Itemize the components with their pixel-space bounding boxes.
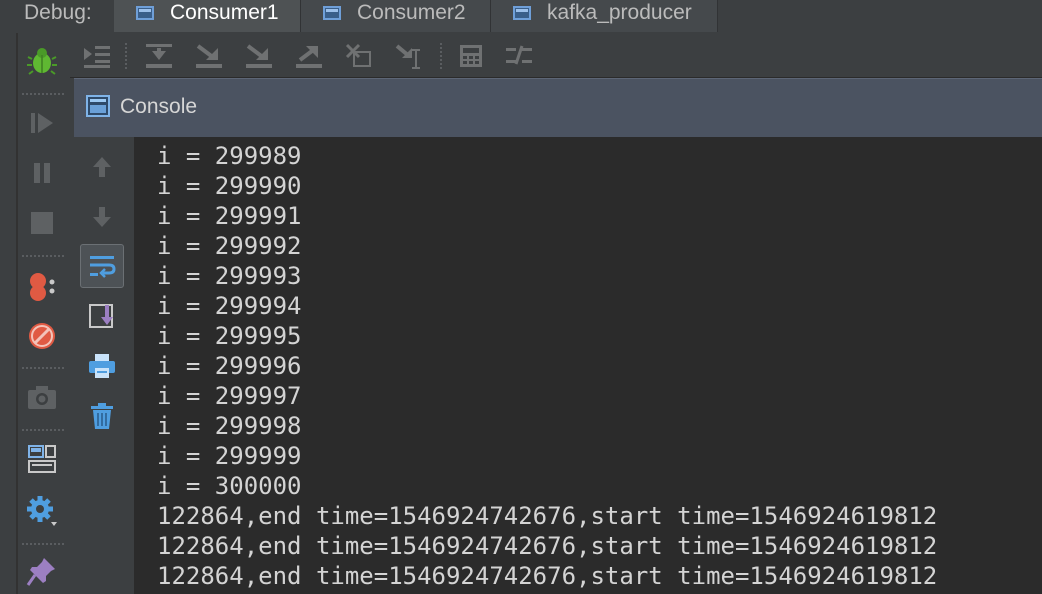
mute-breakpoints-icon[interactable] [24,318,60,354]
debugger-toolbar [70,33,1042,78]
tab-consumer1[interactable]: Consumer1 [114,0,301,32]
layout-icon[interactable] [24,441,60,477]
tab-kafka-producer[interactable]: kafka_producer [491,0,718,32]
console-output[interactable]: i = 299989 i = 299990 i = 299991 i = 299… [135,137,1042,594]
step-over-icon[interactable] [142,39,176,73]
tab-consumer2[interactable]: Consumer2 [301,0,491,32]
console-line: i = 299992 [157,232,302,260]
debug-left-toolbar [0,33,70,594]
console-line: i = 299990 [157,172,302,200]
view-breakpoints-icon[interactable] [24,269,60,305]
force-step-into-icon[interactable] [242,39,276,73]
show-execution-point-icon[interactable] [80,39,114,73]
console-line: i = 299997 [157,382,302,410]
console-tab-header[interactable]: Console [74,78,1042,137]
console-title: Console [120,95,198,118]
run-config-icon [513,6,531,20]
toolbar-separator [22,255,64,257]
print-icon[interactable] [80,344,124,388]
trash-icon[interactable] [80,394,124,438]
console-line: 122864,end time=1546924742676,start time… [157,502,938,530]
console-line: i = 299989 [157,142,302,170]
down-arrow-icon[interactable] [80,195,124,239]
run-to-cursor-icon[interactable] [392,39,426,73]
evaluate-expression-icon[interactable] [454,39,488,73]
toolbar-separator [22,543,64,545]
up-arrow-icon[interactable] [80,145,124,189]
console-lines: i = 299989 i = 299990 i = 299991 i = 299… [157,141,937,591]
toolbar-separator [125,43,127,69]
step-into-icon[interactable] [192,39,226,73]
resume-icon[interactable] [24,105,60,141]
debug-label: Debug: [24,1,92,24]
toolbar-separator [22,429,64,431]
console-line: 122864,end time=1546924742676,start time… [157,532,938,560]
tab-label: Consumer1 [170,1,279,24]
tab-label: kafka_producer [547,1,692,24]
run-config-icon [136,6,154,20]
drop-frame-icon[interactable] [342,39,376,73]
console-icon [86,95,110,117]
console-line: i = 299998 [157,412,302,440]
run-config-icon [323,6,341,20]
toolbar-separator [440,43,442,69]
camera-icon[interactable] [24,379,60,415]
debug-bug-icon[interactable] [24,43,60,79]
console-side-toolbar [74,137,135,594]
debug-tab-bar: Debug: Consumer1 Consumer2 kafka_produce… [0,0,1042,34]
trace-icon[interactable] [502,39,536,73]
console-line: i = 299996 [157,352,302,380]
console-line: i = 299994 [157,292,302,320]
settings-icon[interactable] [24,493,60,529]
console-line: i = 299993 [157,262,302,290]
console-line: 122864,end time=1546924742676,start time… [157,562,938,590]
pin-icon[interactable] [24,553,60,589]
console-line: i = 300000 [157,472,302,500]
pause-icon[interactable] [24,155,60,191]
toolbar-separator [22,367,64,369]
toolbar-separator [22,93,64,95]
scroll-to-end-icon[interactable] [80,294,124,338]
toolbar-rail [16,33,18,594]
console-line: i = 299999 [157,442,302,470]
soft-wrap-icon[interactable] [80,244,124,288]
step-out-icon[interactable] [292,39,326,73]
console-line: i = 299995 [157,322,302,350]
console-line: i = 299991 [157,202,302,230]
tab-label: Consumer2 [357,1,466,24]
stop-icon[interactable] [24,205,60,241]
